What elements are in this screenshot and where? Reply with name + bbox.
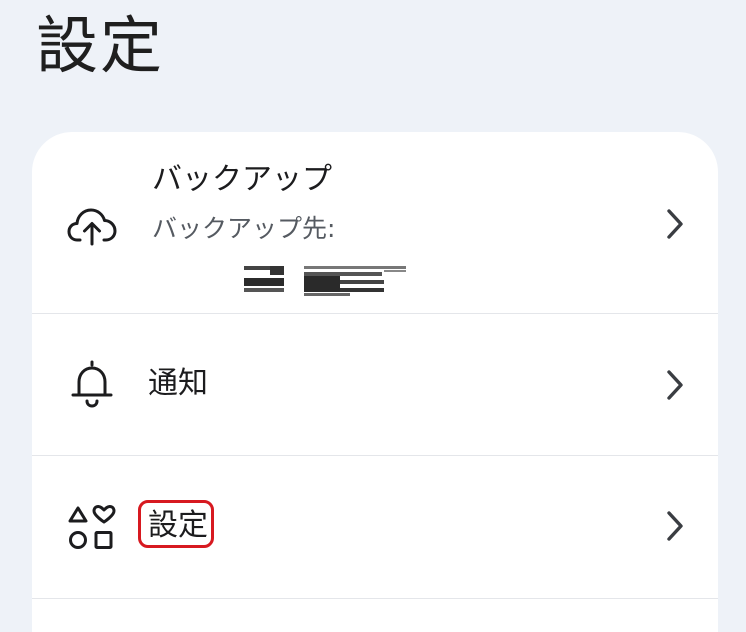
- backup-label: バックアップ: [152, 162, 332, 197]
- backup-destination-label: バックアップ先:: [152, 214, 336, 243]
- shapes-icon: [66, 503, 118, 555]
- chevron-right-icon: [660, 206, 690, 242]
- settings-item-notifications[interactable]: 通知: [32, 314, 718, 455]
- notifications-label: 通知: [148, 366, 208, 401]
- redacted-destination-value: [244, 266, 414, 302]
- divider: [32, 598, 718, 599]
- settings-item-settings[interactable]: 設定: [32, 456, 718, 598]
- cloud-upload-icon: [66, 200, 118, 252]
- bell-icon: [66, 358, 118, 410]
- chevron-right-icon: [660, 367, 690, 403]
- annotation-highlight-box: [138, 500, 214, 548]
- chevron-right-icon: [660, 508, 690, 544]
- page-title: 設定: [36, 9, 165, 82]
- settings-item-backup[interactable]: バックアップ バックアップ先:: [32, 132, 718, 314]
- settings-card: バックアップ バックアップ先: 通知 設定: [32, 132, 718, 632]
